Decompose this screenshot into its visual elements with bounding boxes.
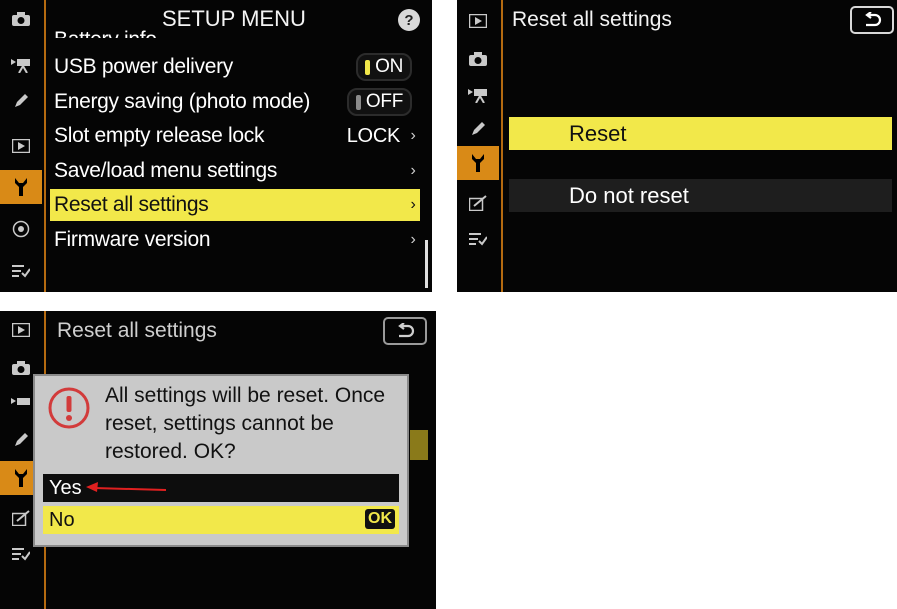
movie-icon[interactable] [6,52,36,78]
menu-item-label: Firmware version [54,228,211,251]
warning-icon [47,386,91,430]
menu-sidebar [457,0,499,292]
option-yes[interactable]: Yes [43,474,399,502]
menu-item-label: Slot empty release lock [54,124,265,147]
wrench-icon[interactable] [0,170,42,204]
option-do-not-reset[interactable]: Do not reset [509,179,892,212]
menu-item-slot-empty-release-lock[interactable]: Slot empty release lock LOCK › [50,120,420,152]
scrollbar[interactable] [425,240,428,288]
menu-item-label: Save/load menu settings [54,159,278,182]
option-no[interactable]: No OK [43,506,399,534]
network-icon[interactable] [6,216,36,242]
sidebar-divider [501,0,503,292]
playback-icon[interactable] [463,8,493,34]
ok-button-badge: OK [365,509,395,529]
chevron-right-icon: › [410,127,416,144]
back-icon [865,12,882,27]
movie-icon[interactable] [463,82,493,108]
camera-icon[interactable] [6,355,36,381]
reset-confirm-screen: Reset all settings All settings will be … [0,311,436,609]
menu-item-value: LOCK [346,124,401,147]
wrench-icon[interactable] [457,146,499,180]
menu-item-firmware-version[interactable]: Firmware version › [50,224,420,256]
setup-menu-screen: SETUP MENU ? Battery info USB power deli… [0,0,432,292]
back-icon [398,323,415,338]
pencil-icon[interactable] [6,88,36,114]
menu-item-energy-saving[interactable]: Energy saving (photo mode) OFF [50,86,420,118]
menu-item-label: USB power delivery [54,55,234,78]
pencil-icon[interactable] [463,116,493,142]
menu-item-save-load-settings[interactable]: Save/load menu settings › [50,155,420,187]
menu-item-reset-all-settings[interactable]: Reset all settings › [50,189,420,221]
camera-icon[interactable] [6,6,36,32]
chevron-right-icon: › [410,196,416,213]
chevron-right-icon: › [410,162,416,179]
page-title: Reset all settings [512,8,672,31]
reset-settings-screen: Reset all settings Reset Do not reset [457,0,897,292]
menu-sidebar [0,0,42,292]
playback-icon[interactable] [6,133,36,159]
option-reset[interactable]: Reset [509,117,892,150]
menu-item-label: Reset all settings [54,193,209,216]
toggle-off[interactable]: OFF [346,88,412,116]
back-button[interactable] [850,6,894,34]
pencil-icon[interactable] [6,427,36,453]
toggle-on[interactable]: ON [356,53,412,81]
my-menu-icon[interactable] [6,258,36,284]
my-menu-icon[interactable] [6,541,36,567]
retouch-icon[interactable] [463,190,493,216]
confirm-dialog: All settings will be reset. Once reset, … [33,374,409,547]
page-title: Reset all settings [57,319,217,342]
retouch-icon[interactable] [6,505,36,531]
back-button[interactable] [383,317,427,345]
chevron-right-icon: › [410,231,416,248]
sidebar-divider [44,0,46,292]
option-label: Yes [49,476,82,499]
red-arrow [85,482,166,492]
playback-icon[interactable] [6,317,36,343]
movie-icon[interactable] [6,391,36,417]
menu-item-label: Energy saving (photo mode) [54,90,311,113]
dimmed-highlight [410,430,428,460]
option-label: No [49,508,75,531]
list-item-cut-off: Battery info [50,22,420,38]
my-menu-icon[interactable] [463,226,493,252]
dialog-message: All settings will be reset. Once reset, … [105,384,386,463]
menu-item-usb-power-delivery[interactable]: USB power delivery ON [50,51,420,83]
camera-icon[interactable] [463,46,493,72]
